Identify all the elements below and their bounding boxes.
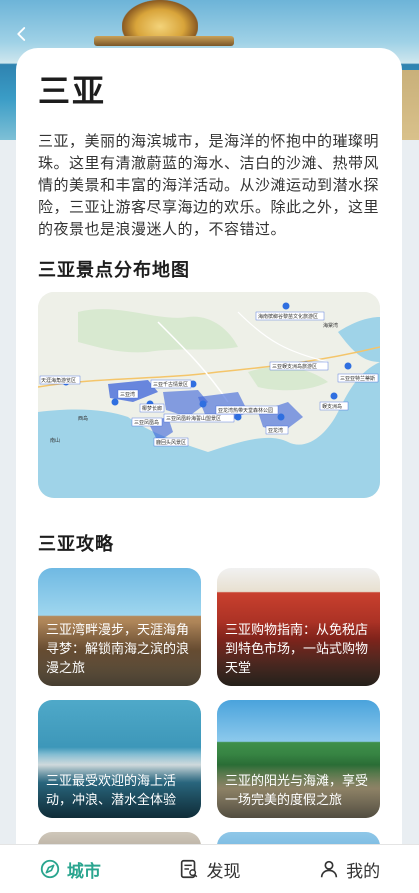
nav-label: 城市: [66, 861, 101, 882]
guide-caption: 三亚的阳光与海滩，享受一场完美的度假之旅: [225, 774, 369, 808]
map-section-title: 三亚景点分布地图: [38, 260, 190, 281]
guides-section-title: 三亚攻略: [38, 534, 114, 555]
bottom-nav: 城市 发现 我的: [0, 844, 419, 893]
guide-card[interactable]: 三亚湾畔漫步，天涯海角寻梦：解锁南海之滨的浪漫之旅: [38, 568, 201, 686]
map-canvas: 海南槟榔谷黎苗文化旅游区 天涯海角游览区 三亚千古情景区 三亚湾 椰梦长廊 三亚…: [38, 292, 380, 498]
guide-caption: 三亚购物指南：从免税店到特色市场，一站式购物天堂: [225, 623, 369, 676]
svg-text:三亚蜈支洲岛旅游区: 三亚蜈支洲岛旅游区: [272, 363, 317, 370]
svg-text:海棠湾: 海棠湾: [323, 322, 338, 329]
svg-text:亚龙湾: 亚龙湾: [268, 427, 283, 434]
city-intro: 三亚，美丽的海滨城市，是海洋的怀抱中的璀璨明珠。这里有清澈蔚蓝的海水、洁白的沙滩…: [38, 132, 380, 238]
page-title: 三亚: [38, 72, 107, 110]
nav-item-discover[interactable]: 发现: [178, 857, 240, 882]
svg-text:鹿回头风景区: 鹿回头风景区: [156, 439, 186, 446]
discover-icon: [181, 859, 198, 879]
svg-text:亚龙湾热带天堂森林公园: 亚龙湾热带天堂森林公园: [218, 407, 273, 414]
svg-text:蜈支洲岛: 蜈支洲岛: [322, 403, 342, 410]
guide-caption: 三亚湾畔漫步，天涯海角寻梦：解锁南海之滨的浪漫之旅: [46, 623, 190, 676]
svg-text:三亚凤凰岭海誓山盟景区: 三亚凤凰岭海誓山盟景区: [166, 415, 221, 422]
user-icon: [320, 860, 338, 878]
guide-card[interactable]: 三亚的阳光与海滩，享受一场完美的度假之旅: [217, 700, 380, 818]
map-label: 海南槟榔谷黎苗文化旅游区: [258, 313, 318, 320]
guide-card[interactable]: 三亚购物指南：从免税店到特色市场，一站式购物天堂: [217, 568, 380, 686]
svg-text:三亚凤凰岛: 三亚凤凰岛: [134, 419, 159, 426]
nav-item-me[interactable]: 我的: [318, 857, 380, 882]
chevron-left-icon: [17, 27, 26, 41]
hero-pier: [94, 36, 234, 46]
svg-text:三亚湾: 三亚湾: [120, 391, 135, 398]
nav-label: 发现: [206, 861, 241, 882]
svg-text:椰梦长廊: 椰梦长廊: [142, 405, 162, 412]
guide-card[interactable]: 三亚最受欢迎的海上活动，冲浪、潜水全体验: [38, 700, 201, 818]
back-button[interactable]: [10, 22, 34, 46]
compass-icon: [40, 859, 59, 879]
svg-text:西岛: 西岛: [78, 415, 88, 422]
svg-text:三亚千古情景区: 三亚千古情景区: [153, 381, 188, 388]
guide-caption: 三亚最受欢迎的海上活动，冲浪、潜水全体验: [46, 774, 177, 808]
svg-text:天涯海角游览区: 天涯海角游览区: [41, 377, 76, 384]
city-detail-card: 三亚 三亚，美丽的海滨城市，是海洋的怀抱中的璀璨明珠。这里有清澈蔚蓝的海水、洁白…: [16, 48, 402, 893]
svg-text:南山: 南山: [50, 437, 60, 444]
nav-item-city[interactable]: 城市: [39, 857, 101, 882]
svg-text:三亚亚特兰蒂斯: 三亚亚特兰蒂斯: [340, 375, 375, 382]
nav-label: 我的: [346, 861, 381, 882]
attraction-map[interactable]: 海南槟榔谷黎苗文化旅游区 天涯海角游览区 三亚千古情景区 三亚湾 椰梦长廊 三亚…: [38, 292, 380, 498]
